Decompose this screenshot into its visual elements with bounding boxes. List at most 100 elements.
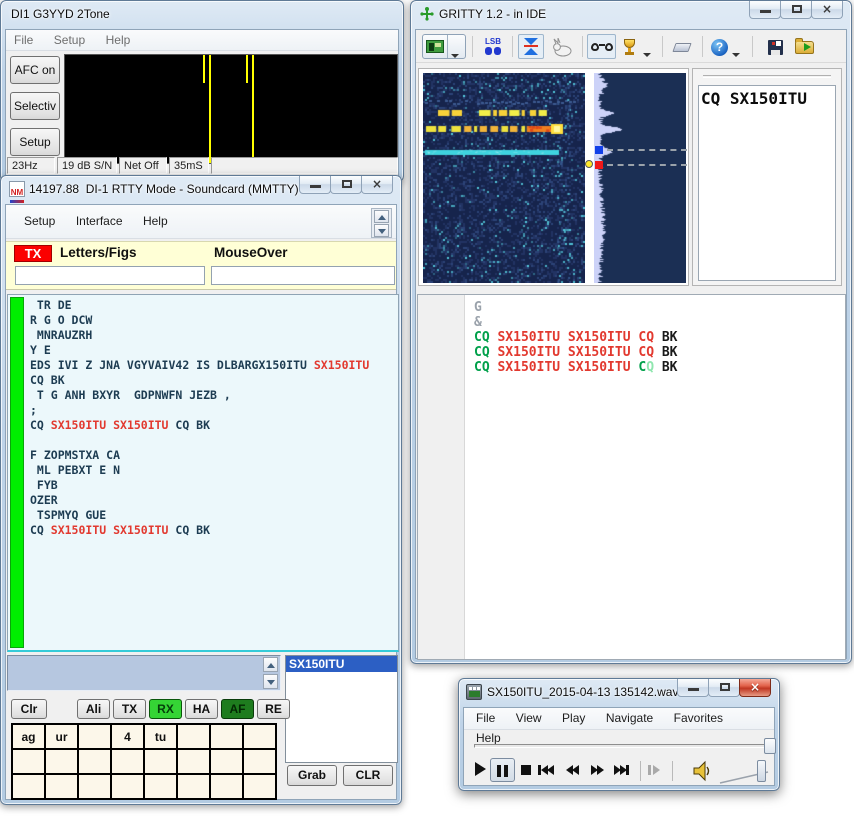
- menu-favorites[interactable]: Favorites: [666, 708, 731, 728]
- macro-cell[interactable]: ag: [12, 724, 45, 749]
- entry-scroll-down[interactable]: [263, 674, 278, 689]
- pause-button[interactable]: [490, 758, 515, 782]
- macro-cell[interactable]: [210, 749, 243, 774]
- minimize-button[interactable]: [677, 679, 709, 697]
- seek-thumb[interactable]: [764, 738, 776, 754]
- play-button[interactable]: [475, 762, 486, 776]
- callsign-box[interactable]: CQ SX150ITU: [698, 85, 836, 281]
- help-button[interactable]: ?: [708, 34, 730, 59]
- mmtty-titlebar[interactable]: NM 14197.88 DI-1 RTTY Mode - Soundcard (…: [1, 176, 401, 203]
- gritty-titlebar[interactable]: GRITTY 1.2 - in IDE ×: [411, 1, 851, 28]
- awards-button[interactable]: [619, 34, 641, 59]
- menu-help[interactable]: Help: [98, 30, 139, 50]
- clear-button[interactable]: [669, 34, 696, 59]
- macro-cell[interactable]: [111, 774, 144, 799]
- setup-button[interactable]: Setup: [10, 128, 60, 156]
- tx-entry-area[interactable]: [7, 655, 281, 691]
- rx-button[interactable]: RX: [149, 699, 182, 719]
- macro-cell[interactable]: [78, 749, 111, 774]
- macro-cell[interactable]: [210, 774, 243, 799]
- macro-cell[interactable]: [243, 724, 276, 749]
- twotone-titlebar[interactable]: DI1 G3YYD 2Tone: [1, 1, 403, 28]
- gritty-decode-line[interactable]: CQ SX150ITU SX150ITU CQ BK: [465, 360, 843, 375]
- gritty-decode-line[interactable]: CQ SX150ITU SX150ITU CQ BK: [465, 330, 843, 345]
- grab-button[interactable]: Grab: [287, 765, 337, 786]
- spin-down-button[interactable]: [374, 224, 389, 237]
- maximize-button[interactable]: [708, 679, 740, 697]
- macro-cell[interactable]: [144, 774, 177, 799]
- soundcard-dropdown[interactable]: [447, 35, 462, 58]
- fast-forward-button[interactable]: [591, 765, 603, 775]
- skip-back-button[interactable]: [538, 765, 553, 775]
- volume-handle[interactable]: [757, 760, 766, 782]
- panel-splitter[interactable]: [703, 75, 831, 78]
- mouseover-field[interactable]: [211, 266, 395, 285]
- macro-cell[interactable]: [177, 749, 210, 774]
- callsign-list-item-selected[interactable]: SX150ITU: [286, 656, 397, 672]
- sync-button[interactable]: [518, 34, 544, 59]
- gritty-decode-panel[interactable]: 16:58G&CQ SX150ITU SX150ITU CQ BK16:59CQ…: [417, 294, 846, 660]
- gritty-decode-line[interactable]: 16:58G: [465, 300, 843, 315]
- tuning-strip[interactable]: [585, 73, 594, 283]
- letters-figs-field[interactable]: [15, 266, 205, 285]
- spectrum-display[interactable]: [594, 73, 686, 283]
- skip-forward-button[interactable]: [614, 765, 629, 775]
- close-button[interactable]: ×: [811, 1, 843, 19]
- re-button[interactable]: RE: [257, 699, 290, 719]
- step-button[interactable]: [648, 765, 659, 775]
- macro-cell[interactable]: [78, 724, 111, 749]
- menu-view[interactable]: View: [508, 708, 550, 728]
- callsign-listbox[interactable]: SX150ITU: [285, 655, 398, 763]
- tx-indicator-button[interactable]: TX: [14, 245, 52, 262]
- ha-button[interactable]: HA: [185, 699, 218, 719]
- close-button[interactable]: ×: [739, 679, 771, 697]
- macro-cell[interactable]: tu: [144, 724, 177, 749]
- menu-setup[interactable]: Setup: [46, 30, 93, 50]
- maximize-button[interactable]: [780, 1, 812, 19]
- macro-cell[interactable]: [210, 724, 243, 749]
- help-dropdown[interactable]: [732, 34, 746, 59]
- rewind-button[interactable]: [566, 765, 578, 775]
- menu-interface[interactable]: Interface: [68, 211, 131, 231]
- macro-cell[interactable]: [177, 724, 210, 749]
- save-button[interactable]: [764, 34, 786, 59]
- afc-on-button[interactable]: AFC on: [10, 56, 60, 84]
- entry-scroll-up[interactable]: [263, 657, 278, 672]
- macro-cell[interactable]: [111, 749, 144, 774]
- macro-cell[interactable]: [12, 749, 45, 774]
- macro-cell[interactable]: [177, 774, 210, 799]
- macro-cell[interactable]: [78, 774, 111, 799]
- clr-list-button[interactable]: CLR: [343, 765, 393, 786]
- close-button[interactable]: ×: [361, 176, 393, 194]
- seek-bar[interactable]: [474, 744, 766, 748]
- stop-button[interactable]: [521, 765, 531, 775]
- menu-setup[interactable]: Setup: [16, 211, 63, 231]
- gritty-decode-line[interactable]: &: [465, 315, 843, 330]
- menu-navigate[interactable]: Navigate: [598, 708, 661, 728]
- clr-button[interactable]: Clr: [11, 699, 47, 719]
- tx-button[interactable]: TX: [113, 699, 146, 719]
- menu-file[interactable]: File: [468, 708, 503, 728]
- macro-cell[interactable]: [243, 774, 276, 799]
- soundcard-select-button[interactable]: [422, 34, 466, 59]
- maximize-button[interactable]: [330, 176, 362, 194]
- macro-cell[interactable]: [12, 774, 45, 799]
- minimize-button[interactable]: [299, 176, 331, 194]
- volume-speaker-icon[interactable]: [692, 760, 712, 782]
- macro-cell[interactable]: [144, 749, 177, 774]
- turbo-button[interactable]: [548, 34, 578, 59]
- waterfall-display[interactable]: [423, 73, 585, 283]
- menu-file[interactable]: File: [6, 30, 41, 50]
- monitor-button[interactable]: [587, 34, 616, 59]
- minimize-button[interactable]: [749, 1, 781, 19]
- spin-up-button[interactable]: [374, 210, 389, 223]
- af-button[interactable]: AF: [221, 699, 254, 719]
- macro-cell[interactable]: [45, 774, 78, 799]
- menu-play[interactable]: Play: [554, 708, 593, 728]
- selectiv-button[interactable]: Selectiv: [10, 92, 60, 120]
- menu-help[interactable]: Help: [135, 211, 176, 231]
- open-file-button[interactable]: [791, 34, 817, 59]
- gritty-decode-line[interactable]: 16:59CQ SX150ITU SX150ITU CQ BK: [465, 345, 843, 360]
- ali-button[interactable]: Ali: [77, 699, 110, 719]
- macro-cell[interactable]: [45, 749, 78, 774]
